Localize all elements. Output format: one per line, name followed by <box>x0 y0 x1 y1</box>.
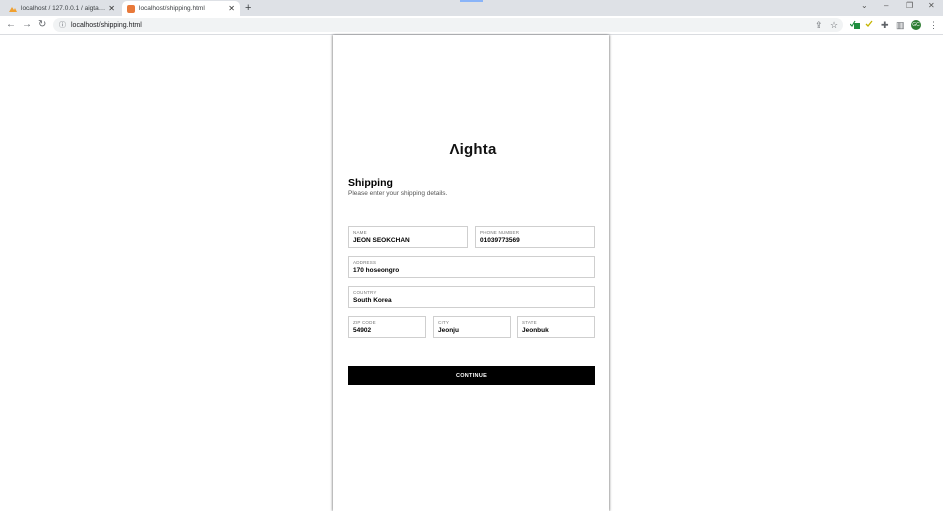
continue-button[interactable]: CONTINUE <box>348 366 595 385</box>
site-info-icon[interactable]: ⓘ <box>59 20 66 30</box>
page-viewport: Λighta Shipping Please enter your shippi… <box>0 35 943 511</box>
profile-avatar[interactable]: GC <box>911 20 921 30</box>
tab-title: localhost/shipping.html <box>139 5 205 12</box>
field-value: Jeonju <box>438 327 459 334</box>
bookmark-star-icon[interactable]: ☆ <box>830 20 838 31</box>
close-tab-icon[interactable]: ✕ <box>228 4 235 13</box>
browser-toolbar: ← → ↻ ⓘ localhost/shipping.html ⇪ ☆ ✚ ▥ … <box>0 16 943 35</box>
reload-icon[interactable]: ↻ <box>38 19 46 30</box>
city-field[interactable]: CITY Jeonju <box>433 316 511 338</box>
extension-green-icon[interactable] <box>849 20 860 31</box>
browser-tab-strip: localhost / 127.0.0.1 / aigta / sc ✕ loc… <box>0 0 943 16</box>
html-favicon-icon <box>127 4 135 13</box>
restore-icon[interactable]: ❐ <box>906 1 913 10</box>
url-text: localhost/shipping.html <box>71 21 142 29</box>
field-value: JEON SEOKCHAN <box>353 237 410 244</box>
page-subtitle: Please enter your shipping details. <box>348 190 448 197</box>
new-tab-icon[interactable]: + <box>245 2 251 14</box>
side-panel-icon[interactable]: ▥ <box>896 20 905 31</box>
extension-check-icon[interactable] <box>865 20 873 30</box>
country-field[interactable]: COUNTRY South Korea <box>348 286 595 308</box>
extensions-puzzle-icon[interactable]: ✚ <box>881 20 889 31</box>
top-accent-bar <box>460 0 483 2</box>
field-value: South Korea <box>353 297 392 304</box>
forward-arrow-icon[interactable]: → <box>22 19 32 30</box>
page-title: Shipping <box>348 177 393 189</box>
field-label: CITY <box>438 320 450 325</box>
field-label: ADDRESS <box>353 260 377 265</box>
tab-title: localhost / 127.0.0.1 / aigta / sc <box>21 5 106 12</box>
menu-kebab-icon[interactable]: ⋮ <box>929 20 938 31</box>
field-label: ZIP CODE <box>353 320 376 325</box>
field-label: PHONE NUMBER <box>480 230 520 235</box>
field-label: COUNTRY <box>353 290 377 295</box>
tab-search-chevron-icon[interactable]: ⌄ <box>861 1 868 10</box>
minimize-icon[interactable]: – <box>884 1 888 10</box>
field-label: STATE <box>522 320 537 325</box>
brand-logo: Λighta <box>449 141 497 158</box>
tab-shipping[interactable]: localhost/shipping.html ✕ <box>122 1 240 16</box>
address-field[interactable]: ADDRESS 170 hoseongro <box>348 256 595 278</box>
field-value: Jeonbuk <box>522 327 549 334</box>
state-field[interactable]: STATE Jeonbuk <box>517 316 595 338</box>
zip-code-field[interactable]: ZIP CODE 54902 <box>348 316 426 338</box>
name-field[interactable]: NAME JEON SEOKCHAN <box>348 226 468 248</box>
close-window-icon[interactable]: ✕ <box>928 1 935 10</box>
field-value: 170 hoseongro <box>353 267 400 274</box>
tab-phpmyadmin[interactable]: localhost / 127.0.0.1 / aigta / sc ✕ <box>4 1 120 16</box>
field-value: 01039773569 <box>480 237 520 244</box>
address-bar[interactable]: ⓘ localhost/shipping.html <box>53 18 843 32</box>
back-arrow-icon[interactable]: ← <box>6 19 16 30</box>
share-icon[interactable]: ⇪ <box>815 20 823 31</box>
shipping-card: Λighta Shipping Please enter your shippi… <box>333 35 609 511</box>
phpmyadmin-favicon-icon <box>9 5 17 13</box>
field-label: NAME <box>353 230 367 235</box>
field-value: 54902 <box>353 327 372 334</box>
close-tab-icon[interactable]: ✕ <box>108 4 115 13</box>
phone-number-field[interactable]: PHONE NUMBER 01039773569 <box>475 226 595 248</box>
